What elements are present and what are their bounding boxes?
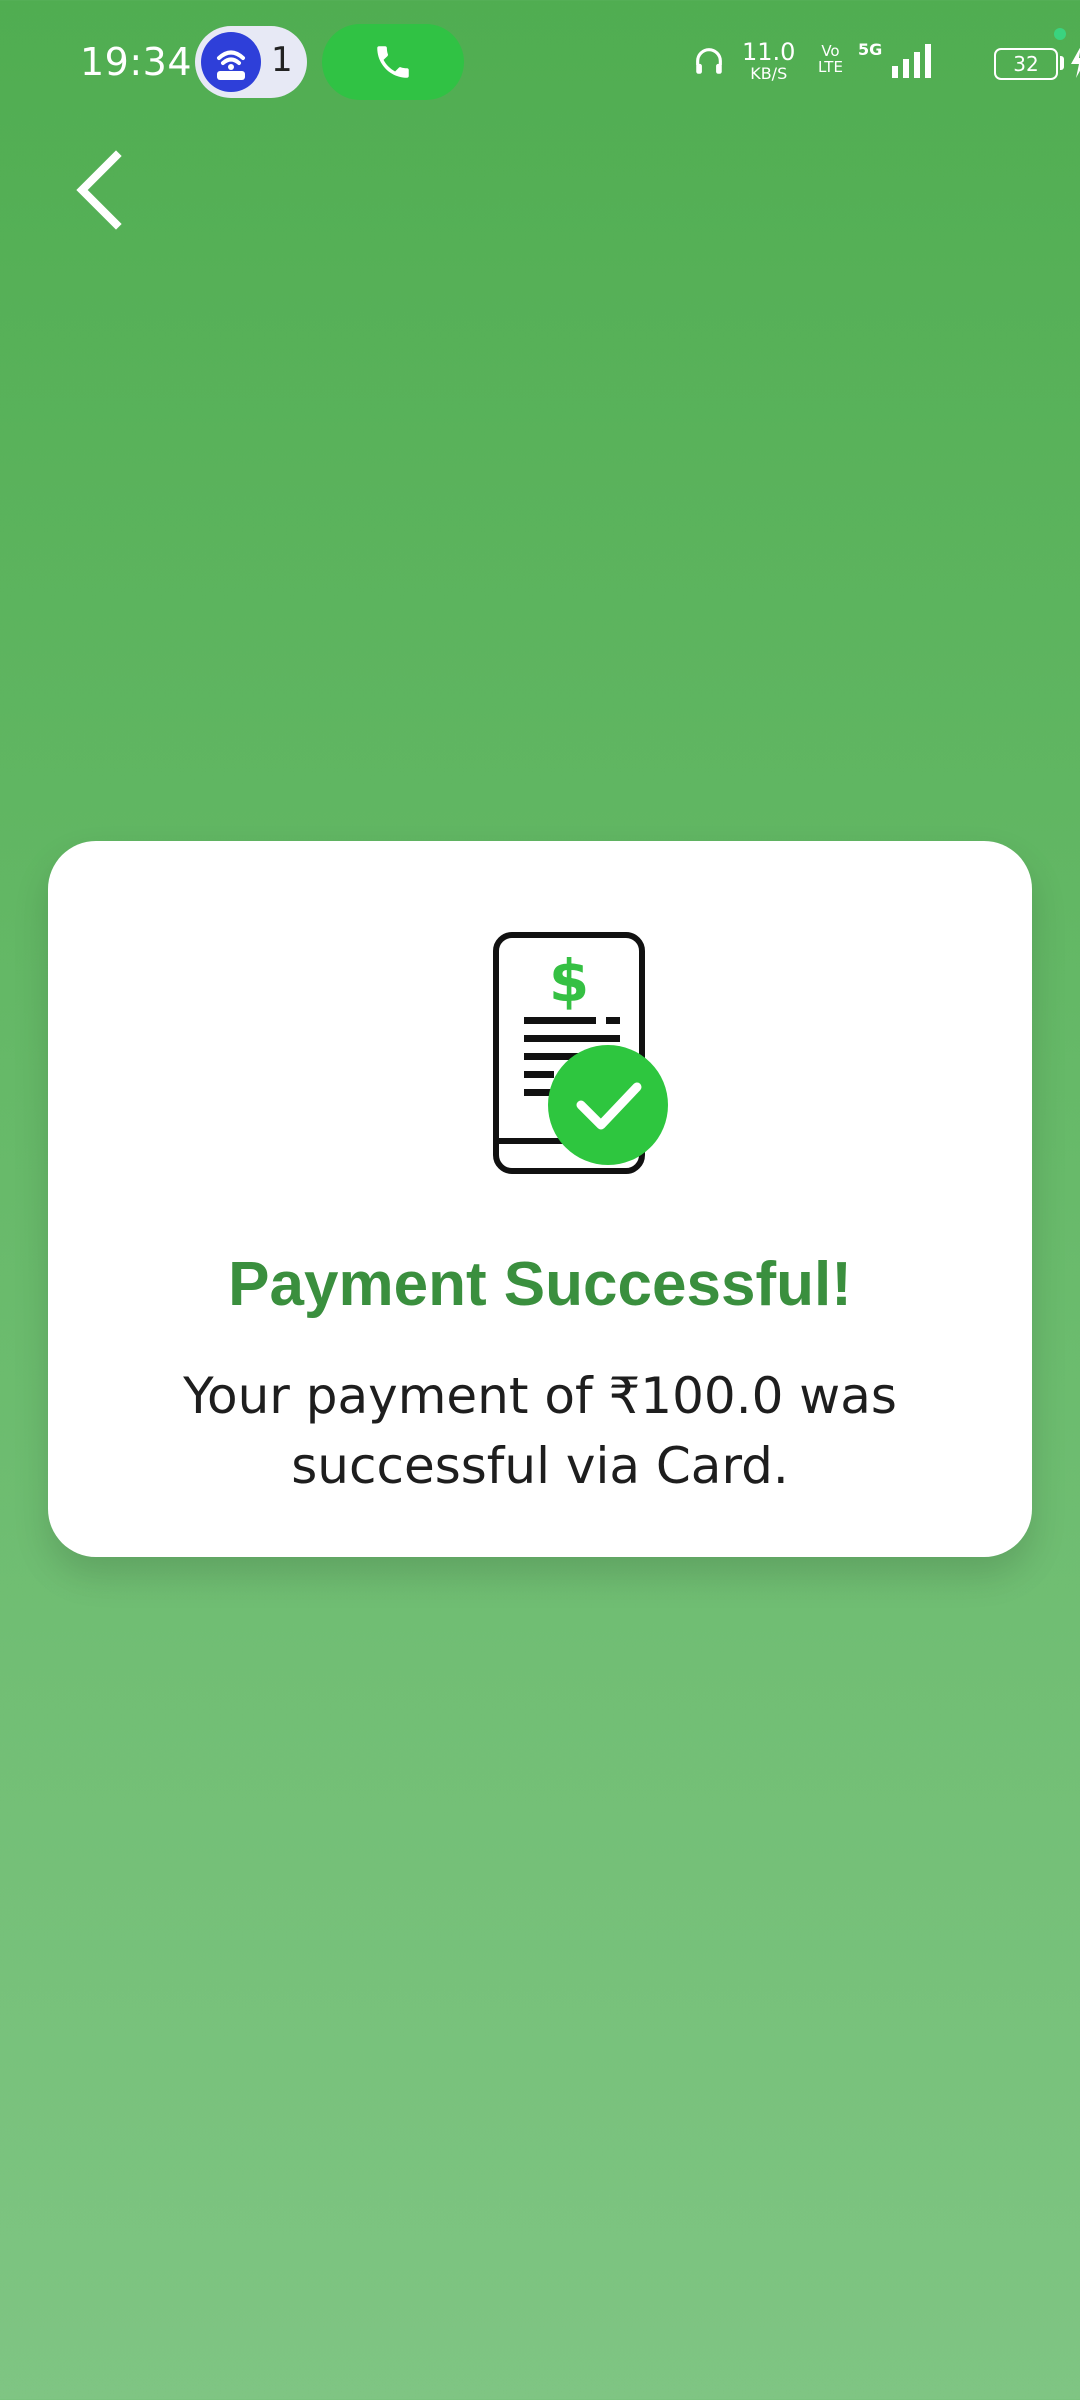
volte-indicator: Vo LTE (818, 42, 843, 76)
back-button[interactable] (60, 150, 140, 230)
status-icons: 11.0 KB/S Vo LTE 5G 32 (680, 30, 1080, 94)
network-type: 5G (858, 40, 883, 59)
charging-icon (1071, 47, 1080, 78)
receipt-icon: $ (484, 929, 684, 1179)
ongoing-call-indicator[interactable] (322, 24, 464, 100)
status-time: 19:34 (80, 40, 193, 84)
headphones-icon (696, 48, 722, 74)
svg-text:$: $ (549, 947, 589, 1015)
back-arrow-icon (76, 150, 122, 230)
hotspot-count: 1 (271, 40, 293, 80)
payment-success-title: Payment Successful! (228, 1250, 852, 1319)
payment-success-card: $ Payment Successful! Your payment of ₹1… (48, 841, 1032, 1557)
signal-icon (892, 44, 931, 78)
check-circle-icon (548, 1045, 668, 1165)
battery-indicator: 32 (994, 48, 1058, 80)
hotspot-indicator[interactable]: 1 (195, 26, 307, 98)
hotspot-icon (201, 32, 261, 92)
payment-success-message: Your payment of ₹100.0 was successful vi… (183, 1367, 897, 1495)
status-bar: 19:34 1 11.0 KB/S Vo LTE 5G 32 (0, 0, 1080, 124)
privacy-dot (1054, 28, 1066, 40)
phone-icon (377, 46, 409, 78)
network-speed: 11.0 KB/S (742, 38, 796, 83)
battery-tip (1060, 56, 1064, 70)
